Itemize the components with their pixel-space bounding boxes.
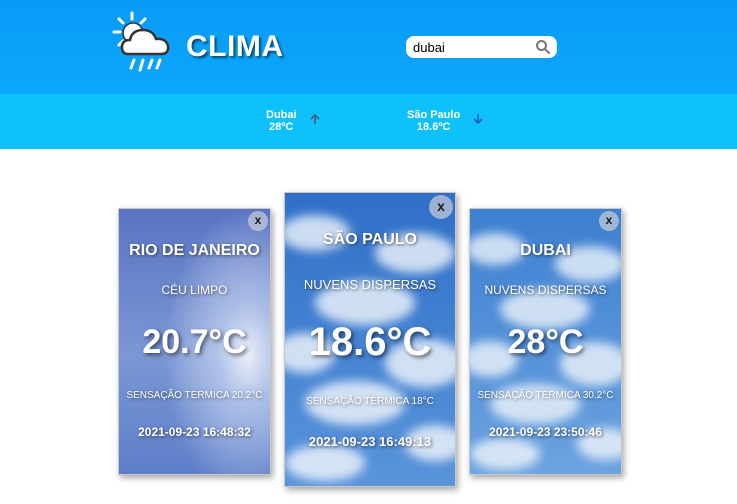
- ticker-item-dubai[interactable]: Dubai 28ºC: [266, 109, 320, 133]
- arrow-down-icon: [473, 114, 483, 125]
- card-datetime: 2021-09-23 23:50:46: [489, 425, 602, 439]
- card-city: SÃO PAULO: [323, 231, 417, 248]
- close-card-button[interactable]: x: [248, 211, 268, 231]
- card-feels-like: SENSAÇÃO TERMICA 20.2°C: [126, 390, 263, 401]
- card-datetime: 2021-09-23 16:48:32: [138, 425, 251, 439]
- card-description: NUVENS DISPERSAS: [303, 277, 437, 292]
- card-city: RIO DE JANEIRO: [129, 242, 260, 259]
- card-city: DUBAI: [520, 242, 571, 259]
- card-temperature: 20.7°C: [142, 323, 247, 361]
- recent-cities-bar: Dubai 28ºC São Paulo 18.6ºC: [0, 94, 737, 149]
- weather-card-rio: RIO DE JANEIRO CÉU LIMPO 20.7°C SENSAÇÃO…: [118, 208, 271, 475]
- arrow-up-icon: [310, 113, 320, 124]
- ticker-city: Dubai: [266, 109, 297, 121]
- weather-card-dubai: DUBAI NUVENS DISPERSAS 28°C SENSAÇÃO TER…: [469, 208, 622, 475]
- ticker-city: São Paulo: [407, 109, 461, 121]
- weather-card-sao-paulo: SÃO PAULO NUVENS DISPERSAS 18.6°C SENSAÇ…: [284, 192, 456, 487]
- card-description: CÉU LIMPO: [161, 283, 228, 297]
- close-card-button[interactable]: x: [599, 211, 619, 231]
- card-description: NUVENS DISPERSAS: [484, 283, 607, 297]
- search-box: [406, 36, 557, 58]
- card-temperature: 18.6°C: [308, 320, 432, 364]
- card-feels-like: SENSAÇÃO TERMICA 30.2°C: [477, 390, 614, 401]
- card-temperature: 28°C: [507, 323, 584, 361]
- card-feels-like: SENSAÇÃO TERMICA 18°C: [306, 396, 434, 407]
- app-logo[interactable]: CLIMA: [112, 10, 284, 76]
- logo-text: CLIMA: [186, 30, 284, 63]
- weather-logo-icon: [112, 11, 170, 72]
- ticker-temp: 18.6ºC: [416, 121, 451, 133]
- ticker-temp: 28ºC: [269, 121, 294, 133]
- card-datetime: 2021-09-23 16:49:13: [308, 434, 432, 449]
- close-card-button[interactable]: x: [429, 195, 453, 219]
- search-icon[interactable]: [535, 39, 551, 55]
- app-header: CLIMA: [0, 0, 737, 94]
- ticker-item-sao-paulo[interactable]: São Paulo 18.6ºC: [407, 109, 483, 133]
- search-input[interactable]: [413, 38, 531, 56]
